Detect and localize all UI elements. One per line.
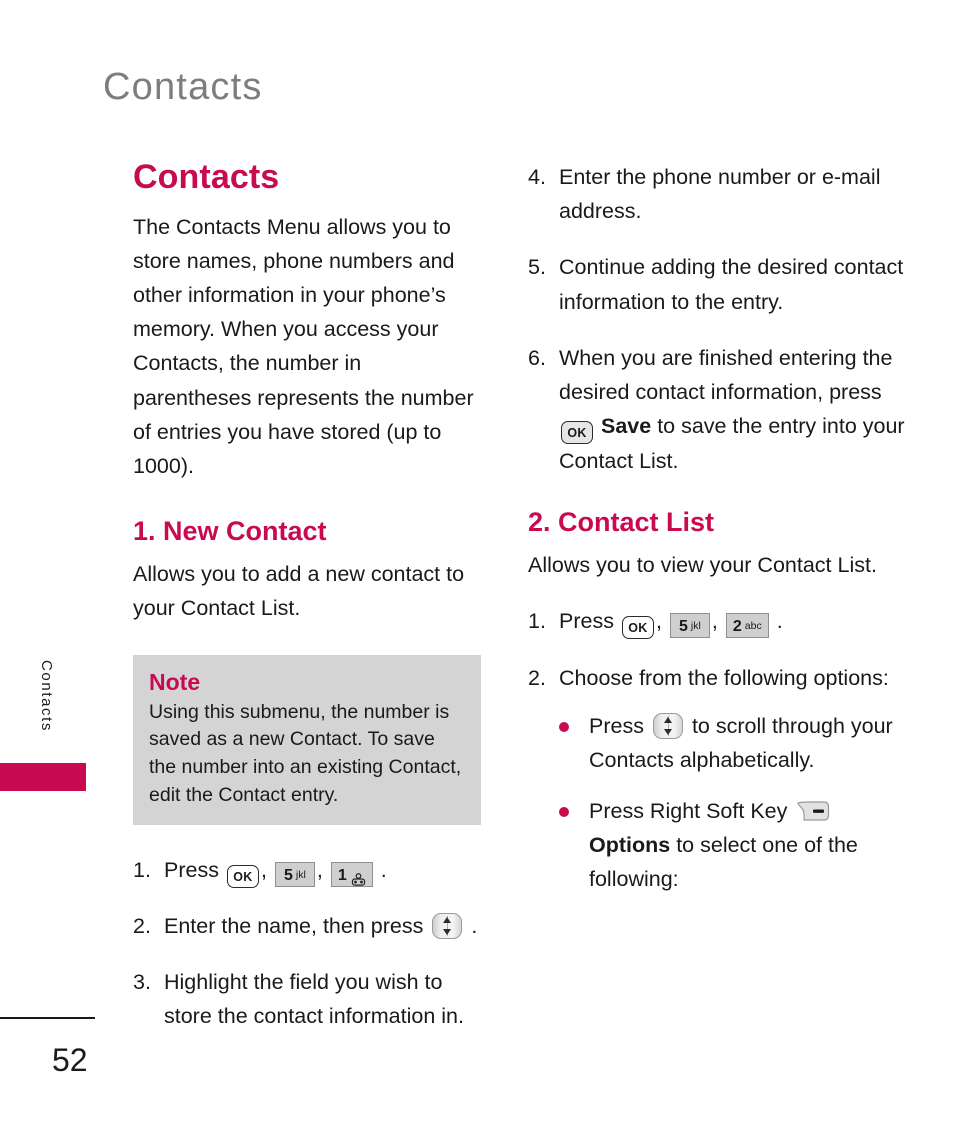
key-digit: 5 [284,867,293,885]
key-digit: 1 [337,867,347,885]
step-item: 2. Choose from the following options: [528,661,918,695]
left-column: Contacts The Contacts Menu allows you to… [133,158,481,1054]
page-number: 52 [52,1042,88,1078]
step-number: 1. [528,609,546,634]
keypad-2-abc-icon: 2 abc [725,612,769,638]
key-letters: jkl [690,619,701,632]
step-text: Press [559,609,614,634]
keypad-5-jkl-icon: 5 jkl [669,612,710,638]
step-number: 2. [528,666,546,691]
step-number: 2. [133,914,151,939]
ok-key-icon: OK [621,616,654,640]
left-steps-list: 1. Press OK, 5 jkl, 1 . 2. Enter the name… [133,853,481,1033]
footer-rule [0,1017,95,1019]
note-body: Using this submenu, the number is saved … [149,700,462,806]
step-trailing-period: . [380,858,387,883]
note-title: Note [149,669,201,696]
side-tab-marker [0,763,86,791]
step-text: Enter the phone number or e-mail address… [559,165,881,224]
options-bullet-list: Press to scroll through your Contacts al… [556,709,918,896]
right-steps-continued-list: 4. Enter the phone number or e-mail addr… [528,160,918,478]
step-number: 4. [528,165,546,189]
step-number: 1. [133,858,151,883]
step-item: 1. Press OK, 5 jkl, 1 . [133,853,481,889]
voicemail-icon [351,870,366,886]
save-label: Save [600,414,652,439]
step-item: 2. Enter the name, then press . [133,909,481,943]
step-text: Choose from the following options: [559,666,889,691]
keypad-1-voicemail-icon: 1 [330,862,373,888]
page-title: Contacts [133,158,280,196]
key-letters: abc [744,619,762,632]
step-text: When you are finished entering the desir… [559,345,893,404]
key-digit: 2 [732,617,742,635]
options-label: Options [589,832,671,857]
comma-separator: , [655,609,662,634]
right-steps-list: 1. Press OK, 5 jkl, 2 abc . 2. Choose from… [528,604,918,695]
step-number: 6. [528,345,546,370]
bullet-text: Press [589,714,644,739]
bullet-dot-icon [559,806,569,817]
subsection-new-contact-description: Allows you to add a new contact to your … [133,561,465,620]
step-text: Enter the name, then press [164,914,424,939]
subsection-new-contact-title: 1. New Contact [133,516,327,547]
key-letters: jkl [295,869,306,882]
step-text: Continue adding the desired contact info… [559,255,904,314]
list-item: Press Right Soft Key Options to select o… [556,794,918,897]
bullet-dot-icon [559,722,569,733]
step-item: 1. Press OK, 5 jkl, 2 abc . [528,604,918,640]
step-number: 3. [133,969,151,994]
step-item: 3. Highlight the field you wish to store… [133,965,481,1033]
navigation-key-icon [432,913,463,940]
side-tab-label: Contacts [38,660,55,732]
step-trailing-period: . [776,609,783,634]
subsection-contact-list-description: Allows you to view your Contact List. [528,552,877,577]
comma-separator: , [260,858,267,883]
manual-page: { "page": { "running_header": "Contacts"… [0,0,954,1145]
ok-key-icon: OK [561,421,593,445]
right-soft-key-icon [796,799,830,823]
step-item: 6. When you are finished entering the de… [528,341,918,479]
note-box: Note Using this submenu, the number is s… [133,655,481,826]
ok-key-icon: OK [226,865,259,889]
navigation-key-icon [652,713,683,740]
keypad-5-jkl-icon: 5 jkl [274,862,315,888]
comma-separator: , [316,858,323,883]
step-number: 5. [528,255,546,280]
list-item: Press to scroll through your Contacts al… [556,709,918,777]
intro-paragraph: The Contacts Menu allows you to store na… [133,214,474,478]
right-column: 4. Enter the phone number or e-mail addr… [528,160,918,912]
bullet-text: Press Right Soft Key [589,798,788,823]
step-text: Press [164,858,219,883]
step-trailing-period: . [471,914,478,939]
running-header: Contacts [103,66,263,108]
comma-separator: , [711,609,718,634]
step-item: 5. Continue adding the desired contact i… [528,250,918,318]
step-text: Highlight the field you wish to store th… [164,969,464,1028]
subsection-contact-list-title: 2. Contact List [528,507,715,538]
step-item: 4. Enter the phone number or e-mail addr… [528,160,918,228]
key-digit: 5 [679,617,688,635]
